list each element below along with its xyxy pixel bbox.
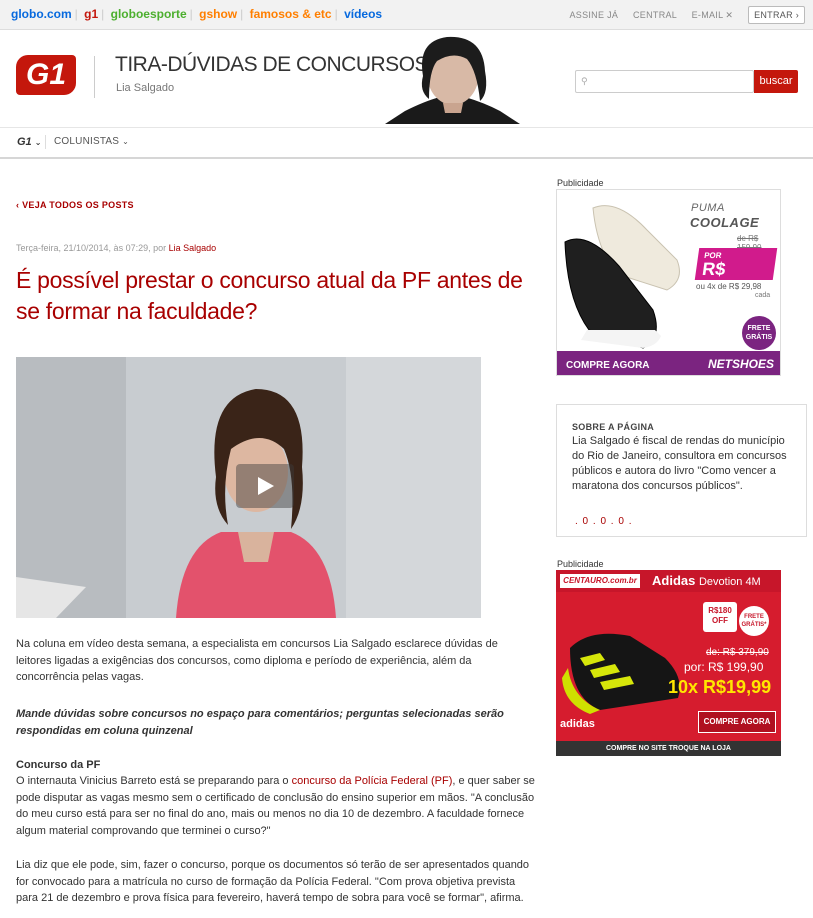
ad1-installments: ou 4x de R$ 29,98 <box>696 282 762 291</box>
header-divider <box>94 56 95 98</box>
ad2-frete-badge: FRETE GRÁTIS* <box>739 606 769 636</box>
link-famosos[interactable]: famosos & etc <box>250 7 332 21</box>
assine-link[interactable]: ASSINE JÁ <box>569 10 618 20</box>
blog-title[interactable]: TIRA-DÚVIDAS DE CONCURSOS <box>115 53 429 77</box>
search-input[interactable] <box>592 71 742 91</box>
centauro-ad[interactable]: CENTAURO.com.br Adidas Devotion 4M R$180… <box>556 570 781 756</box>
ad2-installments: 10x R$19,99 <box>668 677 772 697</box>
post-title: É possível prestar o concurso atual da P… <box>16 267 523 324</box>
post-paragraph: Lia diz que ele pode, sim, fazer o concu… <box>16 859 530 904</box>
blog-nav: G1 ⌄ COLUNISTAS ⌄ <box>0 127 813 159</box>
post-callout: Mande dúvidas sobre concursos no espaço … <box>16 708 504 737</box>
ad-label: Publicidade <box>557 559 604 569</box>
columnist-portrait <box>385 31 520 124</box>
chevron-left-icon: ‹ <box>16 200 20 210</box>
ad2-price: por: R$ 199,90 <box>684 660 764 674</box>
ad2-title: Adidas Devotion 4M <box>652 573 761 588</box>
ad2-off-badge: R$180 OFF <box>703 602 737 632</box>
nav-divider <box>45 135 46 149</box>
about-heading: SOBRE A PÁGINA <box>572 422 655 432</box>
chevron-right-icon: › <box>795 10 799 20</box>
link-globo[interactable]: globo.com <box>11 7 72 21</box>
post-paragraph: O internauta Vinicius Barreto está se pr… <box>16 775 535 837</box>
portal-links: globo.com | g1 | globoesporte | gshow | famo… <box>11 7 383 21</box>
ad2-old-price: de: R$ 379,90 <box>706 647 769 658</box>
ad2-header: CENTAURO.com.br Adidas Devotion 4M <box>556 570 781 592</box>
blog-header: G1 TIRA-DÚVIDAS DE CONCURSOS Lia Salgado… <box>0 31 813 127</box>
centauro-logo: CENTAURO.com.br <box>560 574 640 588</box>
ad1-footer: COMPRE AGORA NETSHOES <box>557 351 780 375</box>
about-text: Lia Salgado é fiscal de rendas do municí… <box>572 435 787 492</box>
link-globoesporte[interactable]: globoesporte <box>111 7 187 21</box>
play-icon[interactable] <box>236 464 294 508</box>
post-subheading: Concurso da PF <box>16 759 101 771</box>
ad1-frete-badge: FRETE GRÁTIS <box>742 316 776 350</box>
email-icon: ✕ <box>725 10 734 20</box>
pf-concurso-link[interactable]: concurso da Polícia Federal (PF) <box>292 775 453 787</box>
netshoes-ad[interactable]: PUMA COOLAGE de R$ 159,90 POR R$ 119,90 … <box>556 189 781 376</box>
ad1-cada: cada <box>755 292 771 299</box>
ad-label: Publicidade <box>557 178 604 188</box>
ad2-shoe-image <box>562 633 680 714</box>
ad1-model: COOLAGE <box>690 215 760 230</box>
search-button[interactable]: buscar <box>754 70 798 93</box>
ad1-brand: PUMA <box>691 202 725 214</box>
about-share-dots[interactable]: . 0 . 0 . 0 . <box>575 516 632 527</box>
account-links: ASSINE JÁ CENTRAL E-MAIL ✕ ENTRAR › <box>557 6 805 24</box>
post-date: Terça-feira, 21/10/2014, às 07:29, por L… <box>16 243 217 253</box>
blog-author: Lia Salgado <box>116 82 175 94</box>
back-to-posts-link[interactable]: ‹ VEJA TODOS OS POSTS <box>16 200 134 210</box>
nav-colunistas-menu[interactable]: COLUNISTAS ⌄ <box>54 136 129 147</box>
chevron-down-icon: ⌄ <box>34 138 42 147</box>
ad1-price-badge: POR R$ 119,90 <box>694 248 778 300</box>
chevron-down-icon: ⌄ <box>122 137 130 146</box>
ad1-cta[interactable]: COMPRE AGORA <box>566 360 650 371</box>
post-author-link[interactable]: Lia Salgado <box>169 243 217 253</box>
ad2-footer: COMPRE NO SITE TROQUE NA LOJA <box>556 741 781 756</box>
search-icon: ⚲ <box>581 76 588 86</box>
about-page-box: SOBRE A PÁGINA Lia Salgado é fiscal de r… <box>556 404 807 537</box>
post-paragraph: Na coluna em vídeo desta semana, a espec… <box>16 638 498 683</box>
netshoes-logo: NETSHOES <box>707 357 774 371</box>
g1-logo[interactable]: G1 <box>16 55 76 95</box>
central-link[interactable]: CENTRAL <box>633 10 677 20</box>
nav-g1-menu[interactable]: G1 ⌄ <box>17 136 41 148</box>
ad2-cta[interactable]: COMPRE AGORA <box>698 711 776 733</box>
email-link[interactable]: E-MAIL ✕ <box>692 10 734 20</box>
link-videos[interactable]: vídeos <box>344 7 382 21</box>
link-gshow[interactable]: gshow <box>199 7 237 21</box>
entrar-button[interactable]: ENTRAR › <box>748 6 805 24</box>
video-player[interactable] <box>16 357 481 618</box>
adidas-logo: adidas <box>560 718 595 730</box>
global-bar: globo.com | g1 | globoesporte | gshow | famo… <box>0 0 813 30</box>
link-g1[interactable]: g1 <box>84 7 98 21</box>
search-box: ⚲ <box>575 70 754 93</box>
